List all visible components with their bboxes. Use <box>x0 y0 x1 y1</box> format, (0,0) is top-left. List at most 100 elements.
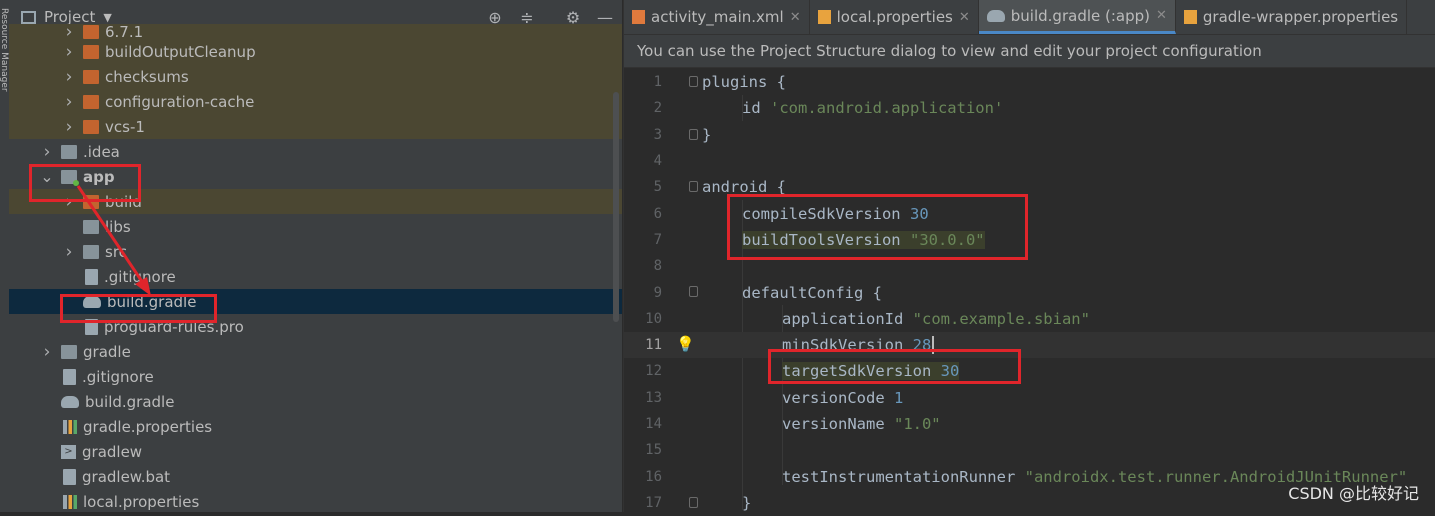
editor-tab-label: local.properties <box>836 8 953 26</box>
folder-icon <box>83 119 99 134</box>
code-token: versionCode <box>782 388 894 407</box>
code-line[interactable]: 11 💡 minSdkVersion 28 <box>624 331 1435 359</box>
project-folder-icon <box>21 10 36 24</box>
tree-item[interactable]: build.gradle <box>9 389 622 414</box>
tree-item-label: proguard-rules.pro <box>104 317 244 336</box>
editor-tab[interactable]: activity_main.xml ✕ <box>624 0 810 34</box>
gutter <box>662 411 702 437</box>
string-literal: "com.example.sbian" <box>912 309 1090 328</box>
chevron-right-icon[interactable]: › <box>40 142 54 162</box>
line-number: 6 <box>653 205 662 222</box>
chevron-right-icon[interactable]: › <box>62 67 76 87</box>
code-content: android { <box>702 178 786 196</box>
tree-item[interactable]: › buildOutputCleanup <box>9 39 622 64</box>
properties-file-icon <box>63 419 77 434</box>
gutter <box>662 490 702 516</box>
code-line[interactable]: 7 buildToolsVersion "30.0.0" <box>624 227 1435 253</box>
chevron-right-icon[interactable]: › <box>40 342 54 362</box>
tree-item[interactable]: › gradle <box>9 339 622 364</box>
tree-item[interactable]: › .idea <box>9 139 622 164</box>
code-line[interactable]: 6 compileSdkVersion 30 <box>624 200 1435 226</box>
chevron-right-icon[interactable]: › <box>62 42 76 62</box>
code-content: targetSdkVersion 30 <box>702 362 960 381</box>
code-line[interactable]: 8 <box>624 253 1435 279</box>
code-line[interactable]: 13 versionCode 1 <box>624 385 1435 411</box>
editor-tab[interactable]: gradle-wrapper.properties <box>1176 0 1408 34</box>
code-line[interactable]: 2 id 'com.android.application' <box>624 95 1435 121</box>
editor-tab[interactable]: local.properties ✕ <box>810 0 979 34</box>
gutter <box>662 253 702 279</box>
close-icon[interactable]: ✕ <box>959 10 970 25</box>
gradle-icon <box>61 395 79 408</box>
code-token: android { <box>702 178 786 197</box>
fold-marker-icon[interactable] <box>689 181 698 193</box>
tree-item-label: 6.7.1 <box>105 22 144 41</box>
code-line[interactable]: 9 defaultConfig { <box>624 279 1435 305</box>
tree-item[interactable]: › vcs-1 <box>9 114 622 139</box>
line-number: 14 <box>645 416 662 432</box>
tree-item[interactable]: › configuration-cache <box>9 89 622 114</box>
tree-item-label: .gitignore <box>104 267 176 286</box>
tree-item-label: checksums <box>105 67 189 86</box>
tree-item[interactable]: build.gradle <box>9 289 622 314</box>
line-number: 3 <box>653 126 662 143</box>
fold-marker-icon[interactable] <box>689 128 698 140</box>
chevron-right-icon[interactable]: › <box>62 117 76 137</box>
code-line[interactable]: 15 <box>624 437 1435 463</box>
code-line[interactable]: 10 applicationId "com.example.sbian" <box>624 306 1435 332</box>
code-line[interactable]: 14 versionName "1.0" <box>624 411 1435 437</box>
folder-icon <box>83 44 99 59</box>
editor-tab[interactable]: build.gradle (:app) ✕ <box>978 0 1176 34</box>
code-editor[interactable]: 1 plugins {2 id 'com.android.application' 3… <box>624 69 1435 516</box>
editor-tab-label: gradle-wrapper.properties <box>1202 8 1399 26</box>
tree-item[interactable]: › build <box>9 189 622 214</box>
tree-item[interactable]: .gitignore <box>9 364 622 389</box>
fold-marker-icon[interactable] <box>689 76 698 87</box>
fold-marker-icon[interactable] <box>689 286 698 298</box>
code-content: versionCode 1 <box>702 389 903 407</box>
close-icon[interactable]: ✕ <box>1156 8 1167 23</box>
code-line[interactable]: 12 targetSdkVersion 30 <box>624 358 1435 384</box>
tree-item[interactable]: › 6.7.1 <box>9 22 622 42</box>
lightbulb-icon[interactable]: 💡 <box>676 335 695 353</box>
tree-item[interactable]: ⌄ app <box>9 164 622 189</box>
chevron-right-icon[interactable]: › <box>62 192 76 212</box>
folder-icon <box>83 94 99 109</box>
code-line[interactable]: 3} <box>624 122 1435 148</box>
terminal-icon: > <box>61 444 76 459</box>
gutter <box>662 463 702 489</box>
tree-item[interactable]: gradle.properties <box>9 414 622 439</box>
editor-tab-bar: activity_main.xml ✕ local.properties ✕ build… <box>624 0 1435 35</box>
tree-item[interactable]: libs <box>9 214 622 239</box>
chevron-right-icon[interactable]: › <box>62 92 76 112</box>
code-text: applicationId "com.example.sbian" <box>782 310 1090 328</box>
tree-item[interactable]: > gradlew <box>9 439 622 464</box>
tree-item[interactable]: › checksums <box>9 64 622 89</box>
code-line[interactable]: 4 <box>624 148 1435 174</box>
string-literal: 'com.android.application' <box>770 99 1004 118</box>
chevron-down-icon[interactable]: ⌄ <box>40 167 54 186</box>
tree-item-label: app <box>83 167 115 186</box>
tree-item[interactable]: gradlew.bat <box>9 464 622 489</box>
code-line[interactable]: 5 android { <box>624 174 1435 200</box>
project-panel: Project ▼ ⊕ ≑ ⚙ — › 6.7.1 › buildOutputClea… <box>9 0 622 512</box>
close-icon[interactable]: ✕ <box>790 10 801 25</box>
tree-item[interactable]: local.properties <box>9 489 622 512</box>
project-scrollbar[interactable] <box>613 92 619 322</box>
gradle-icon <box>986 9 1005 22</box>
chevron-right-icon[interactable]: › <box>62 242 76 262</box>
code-token: id <box>742 99 770 118</box>
fold-marker-icon[interactable] <box>689 496 698 508</box>
code-token: minSdkVersion <box>782 335 913 354</box>
string-literal: "30.0.0" <box>909 230 985 249</box>
gradle-icon <box>83 295 101 308</box>
tree-item[interactable]: › src <box>9 239 622 264</box>
code-content: applicationId "com.example.sbian" <box>702 310 1090 328</box>
code-line[interactable]: 1 plugins { <box>624 69 1435 95</box>
folder-icon <box>83 194 99 209</box>
folder-icon <box>61 344 77 359</box>
tree-item[interactable]: .gitignore <box>9 264 622 289</box>
resource-manager-tab[interactable]: Resource Manager <box>0 8 9 238</box>
code-token: } <box>742 493 752 512</box>
tree-item[interactable]: proguard-rules.pro <box>9 314 622 339</box>
